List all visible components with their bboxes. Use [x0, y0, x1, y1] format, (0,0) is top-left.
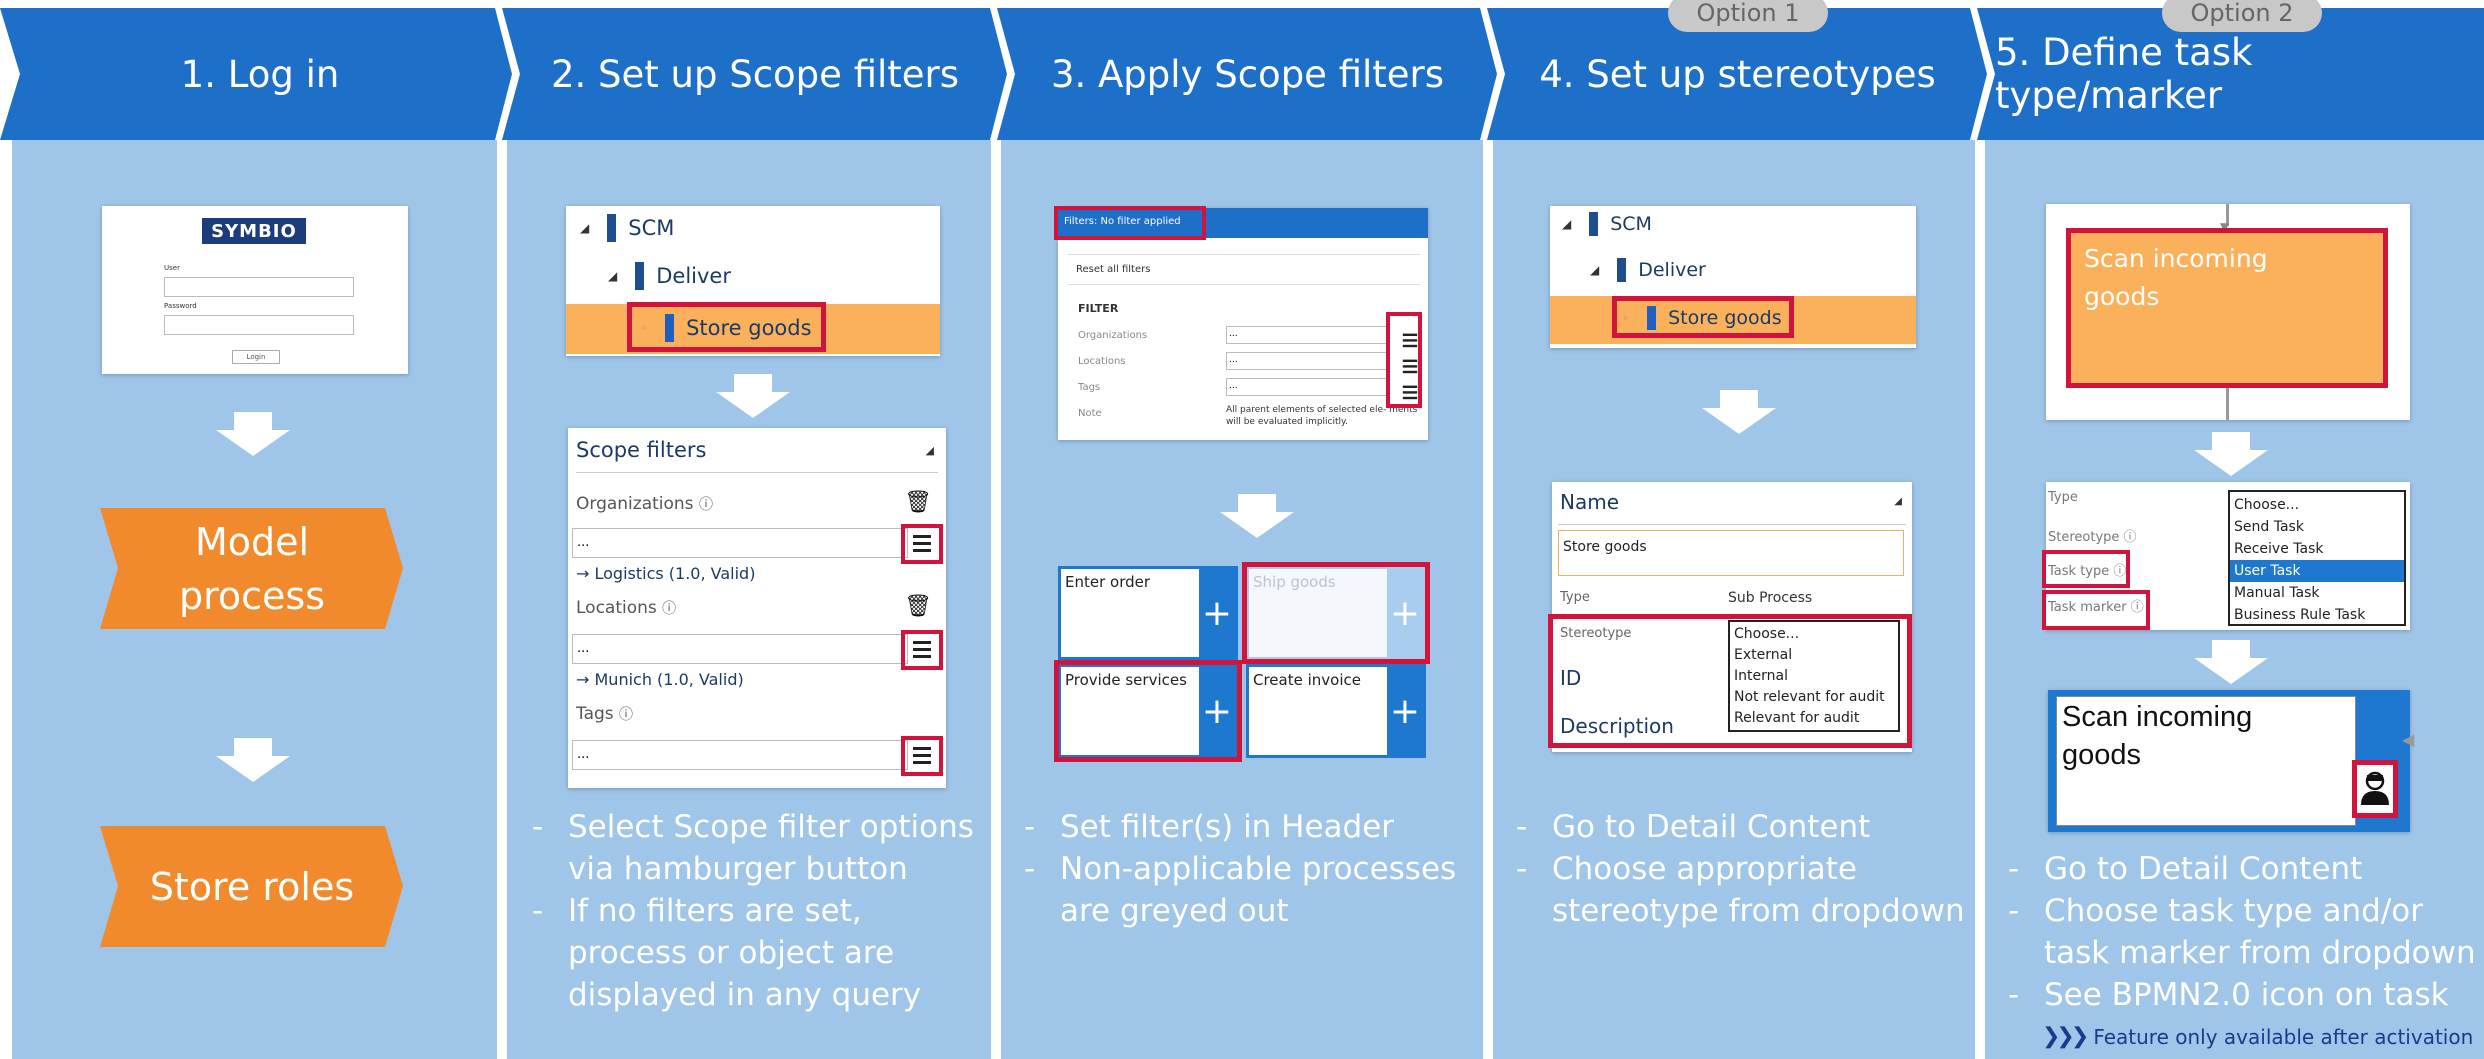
note-item: If no filters are set, process or object… [532, 890, 982, 1016]
organizations-field[interactable]: ... [572, 528, 908, 558]
type-label: Type [2048, 490, 2078, 505]
scope-filters-title: Scope filters [576, 438, 707, 462]
name-label: Name [1560, 490, 1620, 514]
highlight-box [2042, 550, 2130, 588]
user-input[interactable] [164, 277, 354, 297]
step-2-title: 2. Set up Scope filters [550, 52, 960, 96]
filter-tags-label: Tags [1078, 382, 1101, 393]
highlight-box [1054, 206, 1206, 240]
highlight-box [1054, 660, 1242, 762]
process-tile[interactable]: Enter order + [1058, 566, 1238, 660]
highlight-box [901, 524, 943, 564]
dropdown-option[interactable]: Business Rule Task [2230, 604, 2404, 626]
dropdown-option[interactable]: Manual Task [2230, 582, 2404, 604]
highlight-box [901, 630, 943, 670]
filter-organizations-label: Organizations [1078, 330, 1148, 341]
note-item: Non-applicable processes are greyed out [1024, 848, 1464, 932]
plus-icon[interactable]: + [1387, 667, 1423, 755]
login-screenshot: SYMBIO User Password Login [102, 206, 408, 374]
step-3-notes: Set filter(s) in Header Non-applicable p… [1024, 806, 1464, 932]
tree-node-scm[interactable]: ◢ SCM [1562, 212, 1652, 236]
note-label: Note [1078, 408, 1102, 419]
highlight-box [1386, 312, 1422, 408]
type-label: Type [1560, 590, 1590, 605]
step-1-title: 1. Log in [180, 52, 340, 96]
tags-label: Tags ⓘ [576, 704, 634, 724]
highlight-box [1612, 296, 1794, 338]
login-button[interactable]: Login [232, 350, 280, 364]
process-diagram: 1. Log in 2. Set up Scope filters 3. App… [0, 0, 2484, 1059]
scope-filters-panel: Scope filters ◢ Organizations ⓘ 🗑 ... → … [568, 428, 946, 788]
highlight-box [2042, 590, 2150, 630]
option-2-badge: Option 2 [2162, 0, 2322, 32]
step-4-notes: Go to Detail Content Choose appropriate … [1516, 806, 1966, 932]
user-task-icon [2361, 771, 2389, 805]
step-5-notes: Go to Detail Content Choose task type an… [2008, 848, 2478, 1016]
symbio-logo: SYMBIO [202, 218, 306, 244]
highlight-box [1548, 614, 1912, 748]
down-arrow-icon [216, 738, 290, 782]
organizations-selection: → Logistics (1.0, Valid) [576, 564, 756, 583]
down-arrow-icon [1220, 494, 1294, 538]
tree-node-scm[interactable]: ◢ SCM [580, 214, 674, 242]
filter-heading: FILTER [1078, 302, 1119, 315]
highlight-box [901, 736, 943, 776]
password-input[interactable] [164, 315, 354, 335]
dropdown-option-selected[interactable]: User Task [2230, 560, 2404, 582]
note-item: Go to Detail Content [1516, 806, 1966, 848]
down-arrow-icon [716, 374, 790, 418]
type-value: Sub Process [1728, 590, 1813, 606]
user-label: User [164, 264, 180, 272]
note-item: Select Scope filter options via hamburge… [532, 806, 982, 890]
filter-tags-field[interactable]: ... [1226, 378, 1390, 396]
process-tile[interactable]: Create invoice + [1246, 664, 1426, 758]
dropdown-option[interactable]: Send Task [2230, 516, 2404, 538]
note-item: Choose task type and/or task marker from… [2008, 890, 2478, 974]
step-3-title: 3. Apply Scope filters [1050, 52, 1445, 96]
tree-node-deliver[interactable]: ◢ Deliver [608, 262, 731, 290]
down-arrow-icon [2194, 640, 2268, 684]
stereotype-label: Stereotype ⓘ [2048, 530, 2137, 545]
down-arrow-icon [2194, 432, 2268, 476]
filter-header-screenshot: Filters: No filter applied Reset all fil… [1058, 208, 1428, 440]
tree-node-deliver[interactable]: ◢ Deliver [1590, 258, 1706, 282]
option-1-badge: Option 1 [1668, 0, 1828, 32]
double-chevron-icon: ❯❯❯ [2042, 1024, 2089, 1049]
note-item: See BPMN2.0 icon on task [2008, 974, 2478, 1016]
locations-selection: → Munich (1.0, Valid) [576, 670, 744, 689]
name-field[interactable]: Store goods [1558, 530, 1904, 576]
filter-locations-label: Locations [1078, 356, 1126, 367]
note-item: Go to Detail Content [2008, 848, 2478, 890]
step-2-notes: Select Scope filter options via hamburge… [532, 806, 982, 1016]
model-process-label: Model process [178, 519, 326, 618]
locations-label: Locations ⓘ [576, 598, 677, 618]
task-label: Scan incoming goods [2062, 701, 2253, 771]
highlight-box [627, 302, 826, 352]
note-item: Set filter(s) in Header [1024, 806, 1464, 848]
organizations-label: Organizations ⓘ [576, 494, 713, 514]
store-roles-label: Store roles [149, 864, 355, 909]
dropdown-option[interactable]: Receive Task [2230, 538, 2404, 560]
highlight-box [2352, 760, 2398, 818]
filter-locations-field[interactable]: ... [1226, 352, 1390, 370]
locations-field[interactable]: ... [572, 634, 908, 664]
collapse-icon[interactable]: ◢ [1894, 496, 1902, 507]
tags-field[interactable]: ... [572, 740, 908, 770]
collapse-icon[interactable]: ◢ [926, 444, 934, 457]
down-arrow-icon [1702, 390, 1776, 434]
filter-organizations-field[interactable]: ... [1226, 326, 1390, 344]
password-label: Password [164, 302, 197, 310]
reset-filters-link[interactable]: Reset all filters [1076, 264, 1150, 275]
trash-icon[interactable]: 🗑 [904, 594, 932, 619]
highlight-box [2066, 228, 2388, 388]
down-arrow-icon [216, 412, 290, 456]
task-type-dropdown[interactable]: Choose... Send Task Receive Task User Ta… [2228, 490, 2406, 626]
highlight-box [1242, 562, 1430, 664]
dropdown-option[interactable]: Choose... [2230, 494, 2404, 516]
note-item: Choose appropriate stereotype from dropd… [1516, 848, 1966, 932]
trash-icon[interactable]: 🗑 [904, 490, 932, 515]
feature-note: ❯❯❯ Feature only available after activat… [2042, 1024, 2474, 1049]
plus-icon[interactable]: + [1199, 569, 1235, 657]
